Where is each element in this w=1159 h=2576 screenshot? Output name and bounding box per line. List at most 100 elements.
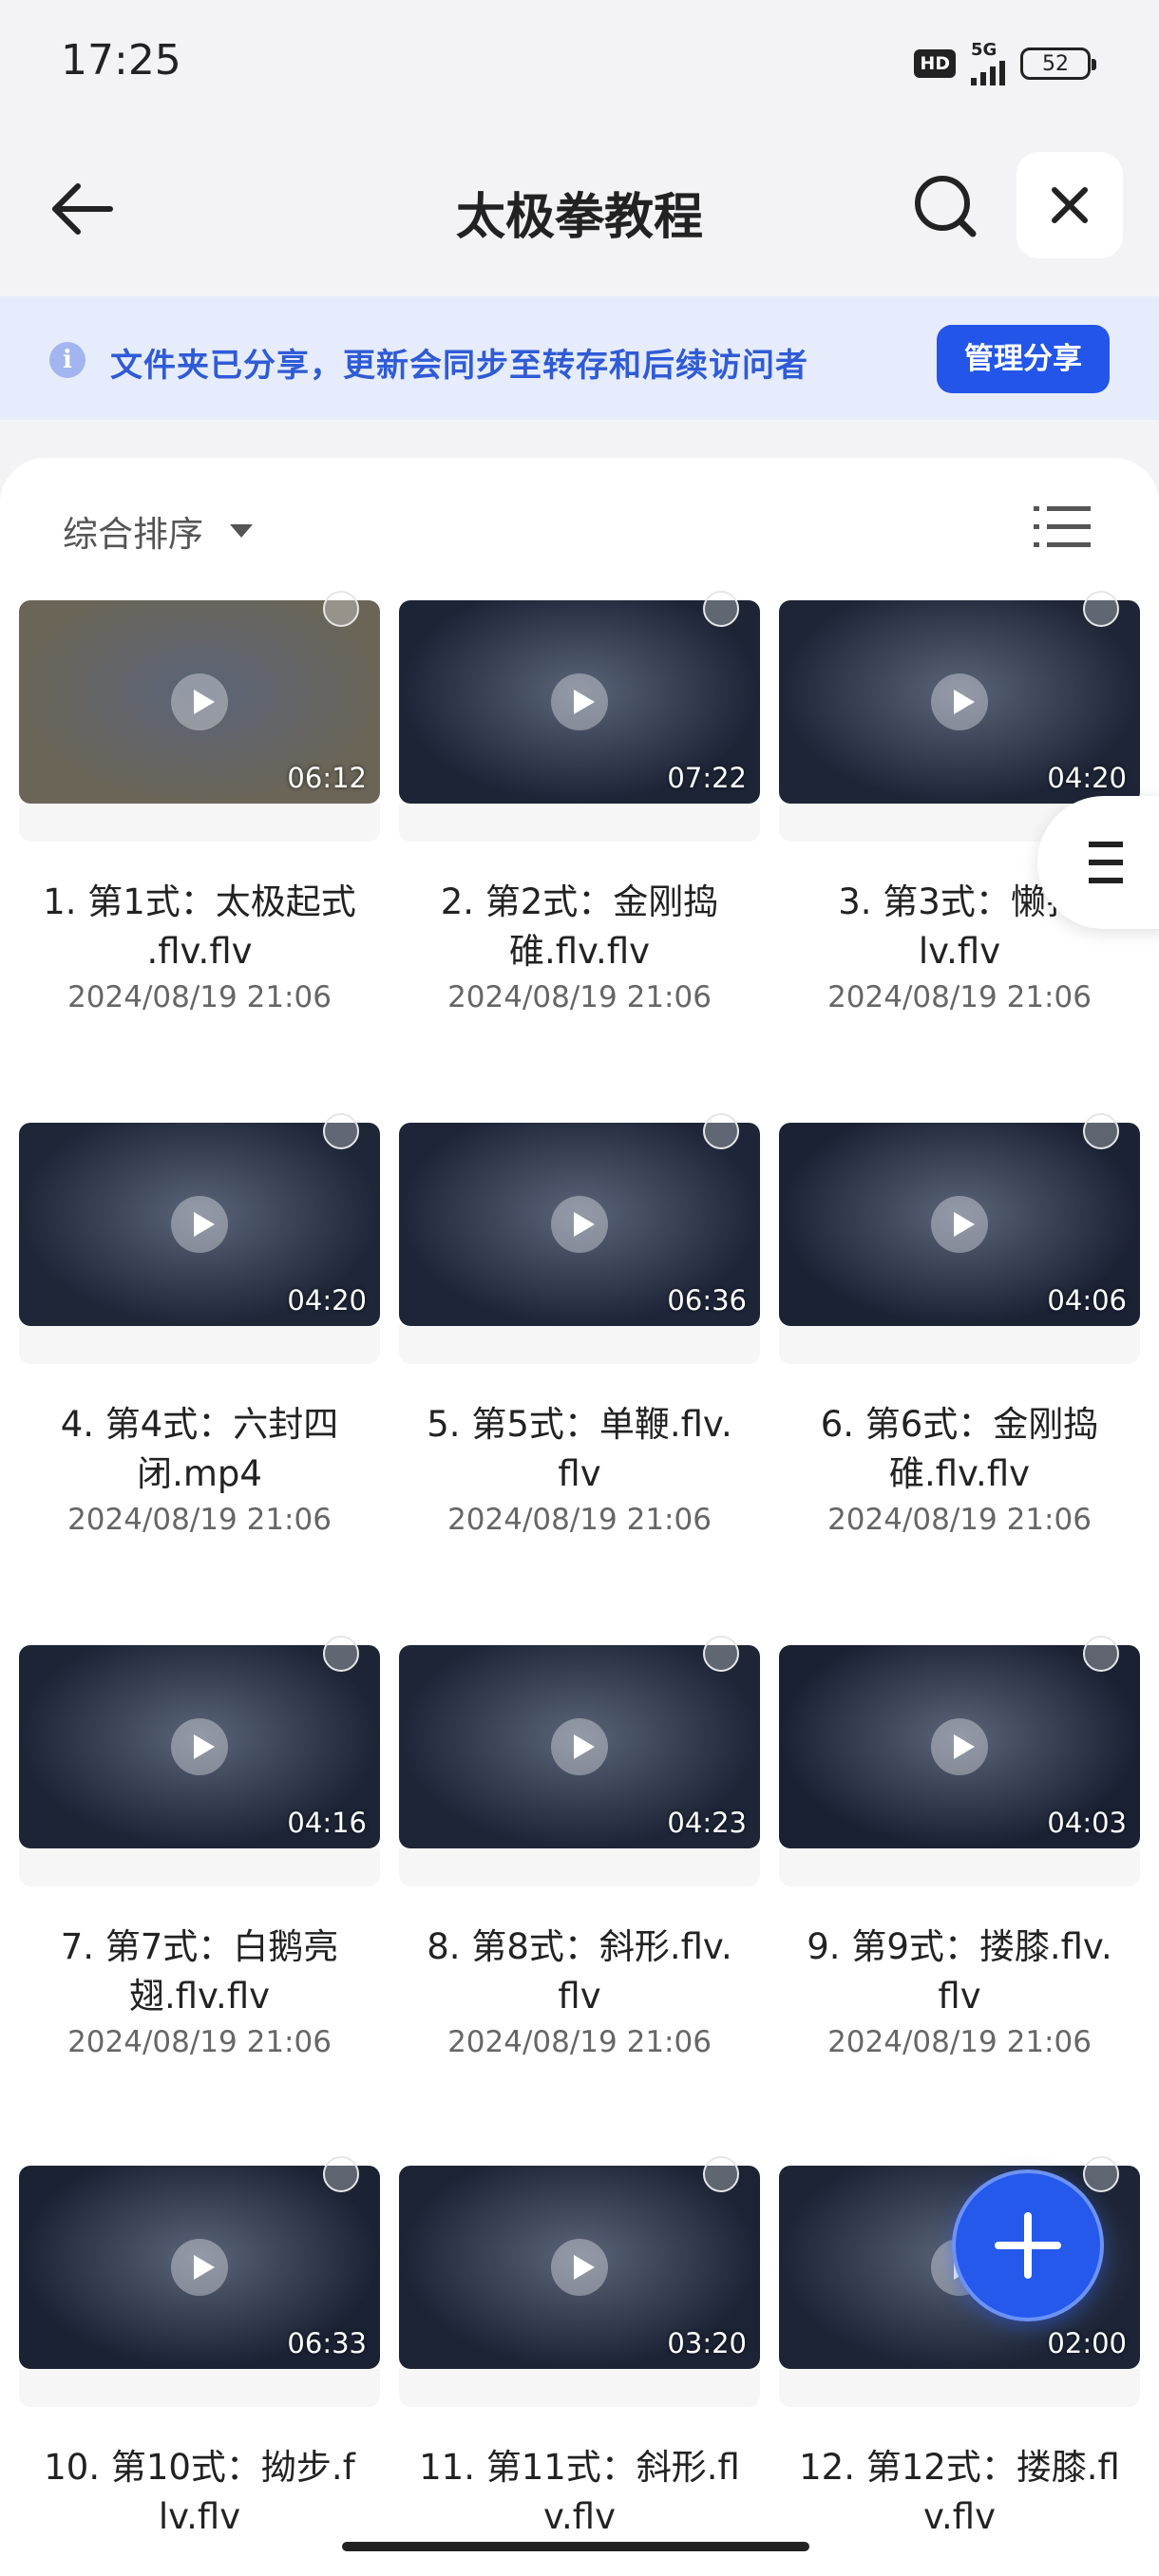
video-thumbnail[interactable]: 04:20 bbox=[19, 1123, 380, 1326]
video-thumbnail[interactable]: 04:23 bbox=[399, 1645, 760, 1848]
select-checkbox[interactable] bbox=[323, 591, 359, 627]
file-item[interactable]: 04:20 4. 第4式：六封四 闭.mp4 2024/08/19 21:06 bbox=[19, 1113, 380, 1560]
file-name-line2: v.flv bbox=[923, 2496, 996, 2537]
file-item[interactable]: 06:12 1. 第1式：太极起式 .flv.flv 2024/08/19 21:06 bbox=[19, 591, 380, 1037]
close-icon bbox=[1052, 187, 1088, 223]
file-name-line2: 碓.flv.flv bbox=[888, 1453, 1031, 1494]
add-fab-button[interactable] bbox=[952, 2169, 1104, 2321]
select-checkbox[interactable] bbox=[1083, 1113, 1119, 1149]
thumbnail-footer bbox=[779, 1326, 1140, 1364]
home-indicator[interactable] bbox=[342, 2542, 809, 2551]
video-thumbnail[interactable]: 06:33 bbox=[19, 2166, 380, 2369]
select-checkbox[interactable] bbox=[703, 2156, 739, 2192]
video-duration: 04:20 bbox=[1047, 762, 1127, 794]
video-thumbnail[interactable]: 04:20 bbox=[779, 600, 1140, 804]
select-checkbox[interactable] bbox=[1083, 1636, 1119, 1672]
file-item[interactable]: 03:20 11. 第11式：斜形.fl v.flv bbox=[399, 2156, 760, 2576]
page-title: 太极拳教程 bbox=[455, 189, 703, 246]
select-checkbox[interactable] bbox=[323, 2156, 359, 2192]
side-menu-handle[interactable] bbox=[1037, 796, 1159, 929]
file-item[interactable]: 04:03 9. 第9式：搂膝.flv. flv 2024/08/19 21:06 bbox=[779, 1636, 1140, 2082]
file-name: 11. 第11式：斜形.fl v.flv bbox=[399, 2443, 760, 2542]
file-name-line2: 碓.flv.flv bbox=[508, 931, 651, 972]
file-name: 9. 第9式：搂膝.flv. flv bbox=[779, 1923, 1140, 2021]
file-date: 2024/08/19 21:06 bbox=[827, 1503, 1092, 1537]
video-thumbnail[interactable]: 04:03 bbox=[779, 1645, 1140, 1848]
file-name-line1: 9. 第9式：搂膝.flv. bbox=[807, 1926, 1112, 1967]
close-button[interactable] bbox=[1016, 152, 1123, 258]
select-checkbox[interactable] bbox=[1083, 591, 1119, 627]
play-icon bbox=[171, 673, 228, 730]
battery-icon: 52 bbox=[1020, 47, 1096, 80]
video-duration: 04:06 bbox=[1047, 1284, 1127, 1316]
play-icon bbox=[171, 2239, 228, 2296]
video-duration: 06:36 bbox=[667, 1284, 747, 1316]
play-icon bbox=[551, 1196, 608, 1253]
file-name-line2: lv.flv bbox=[918, 931, 1001, 972]
video-thumbnail[interactable]: 07:22 bbox=[399, 600, 760, 804]
file-name: 7. 第7式：白鹅亮 翅.flv.flv bbox=[19, 1923, 380, 2021]
select-checkbox[interactable] bbox=[323, 1636, 359, 1672]
file-name: 2. 第2式：金刚捣 碓.flv.flv bbox=[399, 878, 760, 976]
video-duration: 02:00 bbox=[1047, 2327, 1127, 2359]
file-name-line1: 11. 第11式：斜形.fl bbox=[419, 2447, 740, 2488]
file-date: 2024/08/19 21:06 bbox=[447, 1503, 712, 1537]
play-icon bbox=[931, 673, 988, 730]
file-name-line1: 5. 第5式：单鞭.flv. bbox=[427, 1404, 732, 1445]
file-name-line1: 6. 第6式：金刚捣 bbox=[820, 1404, 1099, 1445]
thumbnail-footer bbox=[19, 804, 380, 842]
file-name-line1: 12. 第12式：搂膝.fl bbox=[799, 2447, 1120, 2488]
select-checkbox[interactable] bbox=[323, 1113, 359, 1149]
share-banner: i 文件夹已分享，更新会同步至转存和后续访问者 管理分享 bbox=[0, 296, 1159, 420]
sort-label: 综合排序 bbox=[63, 514, 203, 555]
select-checkbox[interactable] bbox=[1083, 2156, 1119, 2192]
file-name-line2: .flv.flv bbox=[146, 931, 253, 972]
file-name-line1: 7. 第7式：白鹅亮 bbox=[60, 1926, 339, 1967]
play-icon bbox=[931, 1718, 988, 1775]
select-checkbox[interactable] bbox=[703, 591, 739, 627]
play-icon bbox=[171, 1718, 228, 1775]
video-duration: 04:20 bbox=[287, 1284, 367, 1316]
file-item[interactable]: 07:22 2. 第2式：金刚捣 碓.flv.flv 2024/08/19 21:06 bbox=[399, 591, 760, 1037]
file-date: 2024/08/19 21:06 bbox=[67, 2025, 332, 2059]
plus-icon bbox=[995, 2212, 1061, 2279]
status-icons: HD 5G 52 bbox=[914, 42, 1096, 85]
video-thumbnail[interactable]: 04:16 bbox=[19, 1645, 380, 1848]
video-duration: 04:03 bbox=[1047, 1807, 1127, 1839]
file-item[interactable]: 04:16 7. 第7式：白鹅亮 翅.flv.flv 2024/08/19 21:06 bbox=[19, 1636, 380, 2082]
video-thumbnail[interactable]: 06:12 bbox=[19, 600, 380, 804]
file-name-line1: 10. 第10式：拗步.f bbox=[44, 2447, 355, 2488]
video-thumbnail[interactable]: 03:20 bbox=[399, 2166, 760, 2369]
thumbnail-footer bbox=[779, 1848, 1140, 1886]
video-thumbnail[interactable]: 04:06 bbox=[779, 1123, 1140, 1326]
thumbnail-footer bbox=[19, 2369, 380, 2407]
battery-level: 52 bbox=[1042, 51, 1069, 76]
play-icon bbox=[931, 1196, 988, 1253]
file-date: 2024/08/19 21:06 bbox=[447, 980, 712, 1014]
file-item[interactable]: 06:33 10. 第10式：拗步.f lv.flv bbox=[19, 2156, 380, 2576]
file-item[interactable]: 04:23 8. 第8式：斜形.flv. flv 2024/08/19 21:06 bbox=[399, 1636, 760, 2082]
sort-dropdown[interactable]: 综合排序 bbox=[63, 505, 253, 557]
file-item[interactable]: 06:36 5. 第5式：单鞭.flv. flv 2024/08/19 21:06 bbox=[399, 1113, 760, 1560]
list-view-button[interactable] bbox=[1034, 503, 1091, 551]
thumbnail-footer bbox=[399, 804, 760, 842]
file-name: 10. 第10式：拗步.f lv.flv bbox=[19, 2443, 380, 2542]
video-thumbnail[interactable]: 06:36 bbox=[399, 1123, 760, 1326]
select-checkbox[interactable] bbox=[703, 1113, 739, 1149]
file-date: 2024/08/19 21:06 bbox=[67, 1503, 332, 1537]
info-icon: i bbox=[49, 342, 86, 378]
file-item[interactable]: 04:06 6. 第6式：金刚捣 碓.flv.flv 2024/08/19 21:06 bbox=[779, 1113, 1140, 1560]
file-name: 12. 第12式：搂膝.fl v.flv bbox=[779, 2443, 1140, 2542]
play-icon bbox=[551, 1718, 608, 1775]
video-duration: 03:20 bbox=[667, 2327, 747, 2359]
video-duration: 04:23 bbox=[667, 1807, 747, 1839]
file-name-line2: flv bbox=[558, 1453, 601, 1494]
thumbnail-footer bbox=[19, 1326, 380, 1364]
file-date: 2024/08/19 21:06 bbox=[67, 980, 332, 1014]
search-button[interactable] bbox=[910, 171, 980, 241]
menu-icon bbox=[1089, 842, 1123, 883]
select-checkbox[interactable] bbox=[703, 1636, 739, 1672]
file-name-line2: 闭.mp4 bbox=[137, 1453, 262, 1494]
manage-share-button[interactable]: 管理分享 bbox=[937, 325, 1110, 393]
play-icon bbox=[551, 2239, 608, 2296]
